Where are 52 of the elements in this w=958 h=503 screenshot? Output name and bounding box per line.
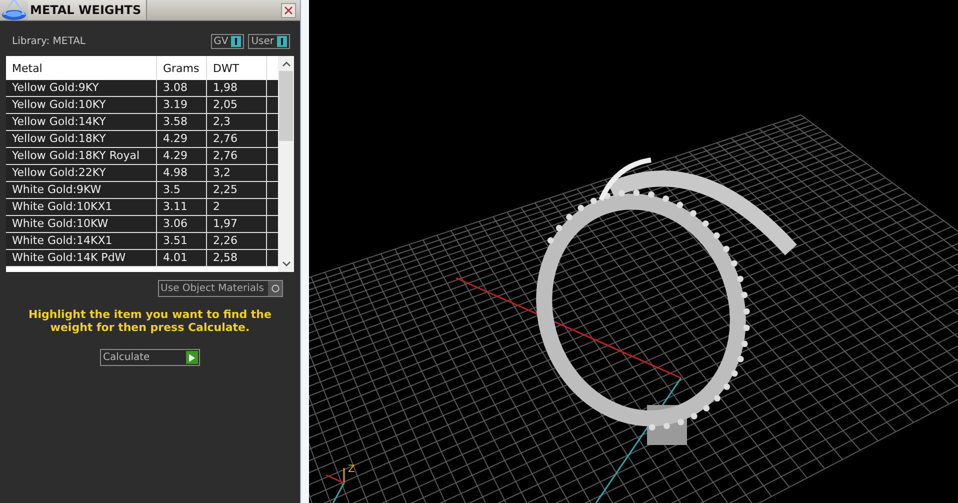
toggle-button[interactable]: GV [210,34,244,48]
play-icon [189,354,195,362]
table-cell: 2 [207,199,267,215]
scroll-thumb[interactable] [279,71,293,141]
table-cell: 4.98 [157,165,207,181]
pyramid-icon [0,0,28,21]
circle-icon [270,284,280,293]
table-cell: Yellow Gold:14KY [6,114,157,130]
table-cell: 3.08 [157,80,207,96]
table-cell: 3.19 [157,97,207,113]
table-cell: 2,25 [207,182,267,198]
scroll-up-icon[interactable] [282,61,290,67]
table-cell: 3.11 [157,199,207,215]
table-cell: 4.29 [157,148,207,164]
table-cell: 3.5 [157,182,207,198]
table-cell: White Gold:9KW [6,182,157,198]
table-cell: 4.01 [157,250,207,266]
toggle-button[interactable]: User [248,34,290,48]
table-cell: 3.58 [157,114,207,130]
table-cell: Yellow Gold:18KY Royal [6,148,157,164]
metal-table[interactable] [6,56,294,272]
table-cell: 1,98 [207,80,267,96]
table-cell: White Gold:10KW [6,216,157,232]
table-cell: 4.29 [157,131,207,147]
table-cell: 2,26 [207,233,267,249]
table-cell: 2,58 [207,250,267,266]
axis-gizmo [326,468,345,503]
table-cell: 2,76 [207,131,267,147]
table-cell: Yellow Gold:10KY [6,97,157,113]
z-axis-label: Z [348,464,355,475]
close-icon [284,6,293,14]
table-cell: Yellow Gold:22KY [6,165,157,181]
calculate-button[interactable]: Calculate [100,349,200,366]
library-label: Library: METAL [12,36,86,46]
use-object-materials-toggle[interactable]: Use Object Materials [158,280,283,297]
table-cell: Yellow Gold:18KY [6,131,157,147]
instruction-text: Highlight the item you want to find the weight for then press Calculate. [28,307,272,334]
panel-title: METAL WEIGHTS [29,3,142,17]
table-cell: 2,3 [207,114,267,130]
table-cell: Yellow Gold:9KY [6,80,157,96]
table-cell: 2,76 [207,148,267,164]
table-cell: 2,05 [207,97,267,113]
table-cell: White Gold:14KX1 [6,233,157,249]
table-cell: White Gold:10KX1 [6,199,157,215]
table-cell: 3.51 [157,233,207,249]
table-cell: 3.06 [157,216,207,232]
scroll-down-icon[interactable] [282,261,290,267]
table-cell: 3,2 [207,165,267,181]
scrollbar[interactable] [278,56,294,272]
table-cell: 1,97 [207,216,267,232]
table-cell: White Gold:14K PdW [6,250,157,266]
close-button[interactable] [281,2,296,18]
